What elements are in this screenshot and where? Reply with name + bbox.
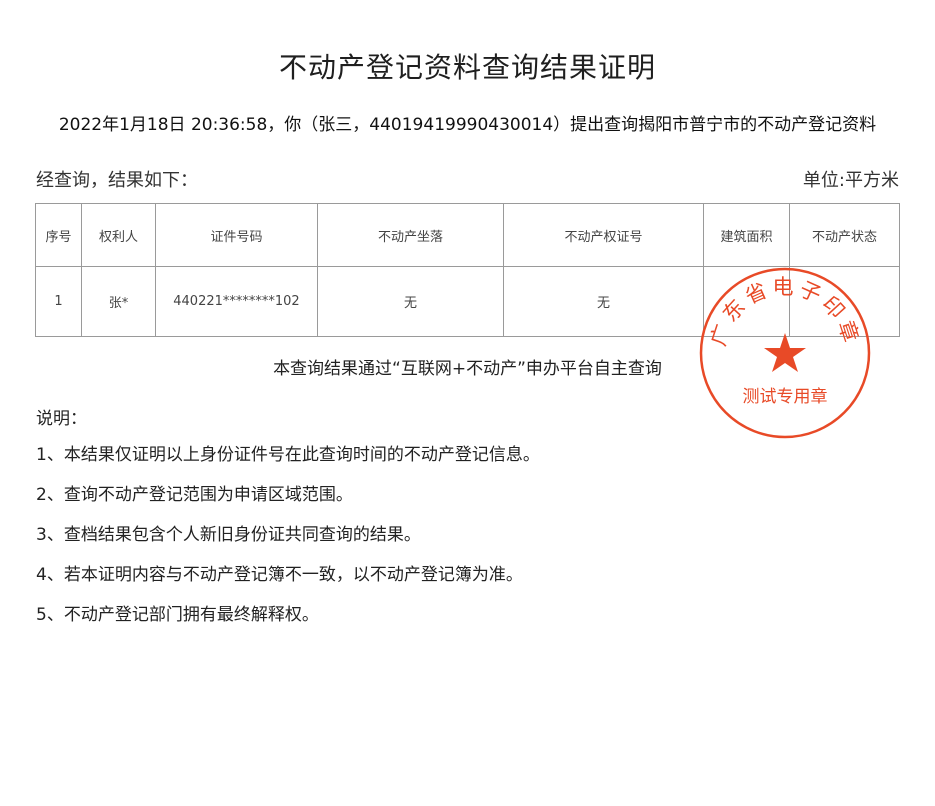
seal-bottom-text: 测试专用章 — [743, 387, 828, 407]
list-item: 1、本结果仅证明以上身份证件号在此查询时间的不动产登记信息。 — [36, 445, 540, 465]
col-header-location: 不动产坐落 — [317, 203, 504, 267]
table-header-row: 序号 权利人 证件号码 不动产坐落 不动产权证号 建筑面积 不动产状态 — [35, 203, 900, 267]
col-header-index: 序号 — [35, 203, 82, 267]
col-header-building-area: 建筑面积 — [703, 203, 790, 267]
col-header-certificate-number: 不动产权证号 — [503, 203, 704, 267]
page-title: 不动产登记资料查询结果证明 — [278, 51, 656, 84]
unit-label: 单位:平方米 — [802, 170, 899, 191]
notes-heading: 说明： — [36, 409, 87, 429]
list-item: 3、查档结果包含个人新旧身份证共同查询的结果。 — [36, 525, 421, 545]
col-header-id-number: 证件号码 — [155, 203, 318, 267]
cell-location: 无 — [317, 266, 504, 337]
cell-owner: 张* — [81, 266, 156, 337]
cell-certificate-number: 无 — [503, 266, 704, 337]
query-info: 2022年1月18日 20:36:58，你（张三，440194199904300… — [58, 115, 877, 135]
star-icon — [764, 333, 806, 372]
cell-id-number: 440221********102 — [155, 266, 318, 337]
electronic-seal: 广东省电子印章 测试专用章 — [699, 267, 871, 439]
result-intro: 经查询，结果如下： — [36, 170, 198, 191]
list-item: 2、查询不动产登记范围为申请区域范围。 — [36, 485, 353, 505]
cell-index: 1 — [35, 266, 82, 337]
col-header-status: 不动产状态 — [789, 203, 900, 267]
col-header-owner: 权利人 — [81, 203, 156, 267]
list-item: 4、若本证明内容与不动产登记簿不一致，以不动产登记簿为准。 — [36, 565, 523, 585]
notes-list: 1、本结果仅证明以上身份证件号在此查询时间的不动产登记信息。 2、查询不动产登记… — [36, 443, 540, 643]
list-item: 5、不动产登记部门拥有最终解释权。 — [36, 605, 319, 625]
